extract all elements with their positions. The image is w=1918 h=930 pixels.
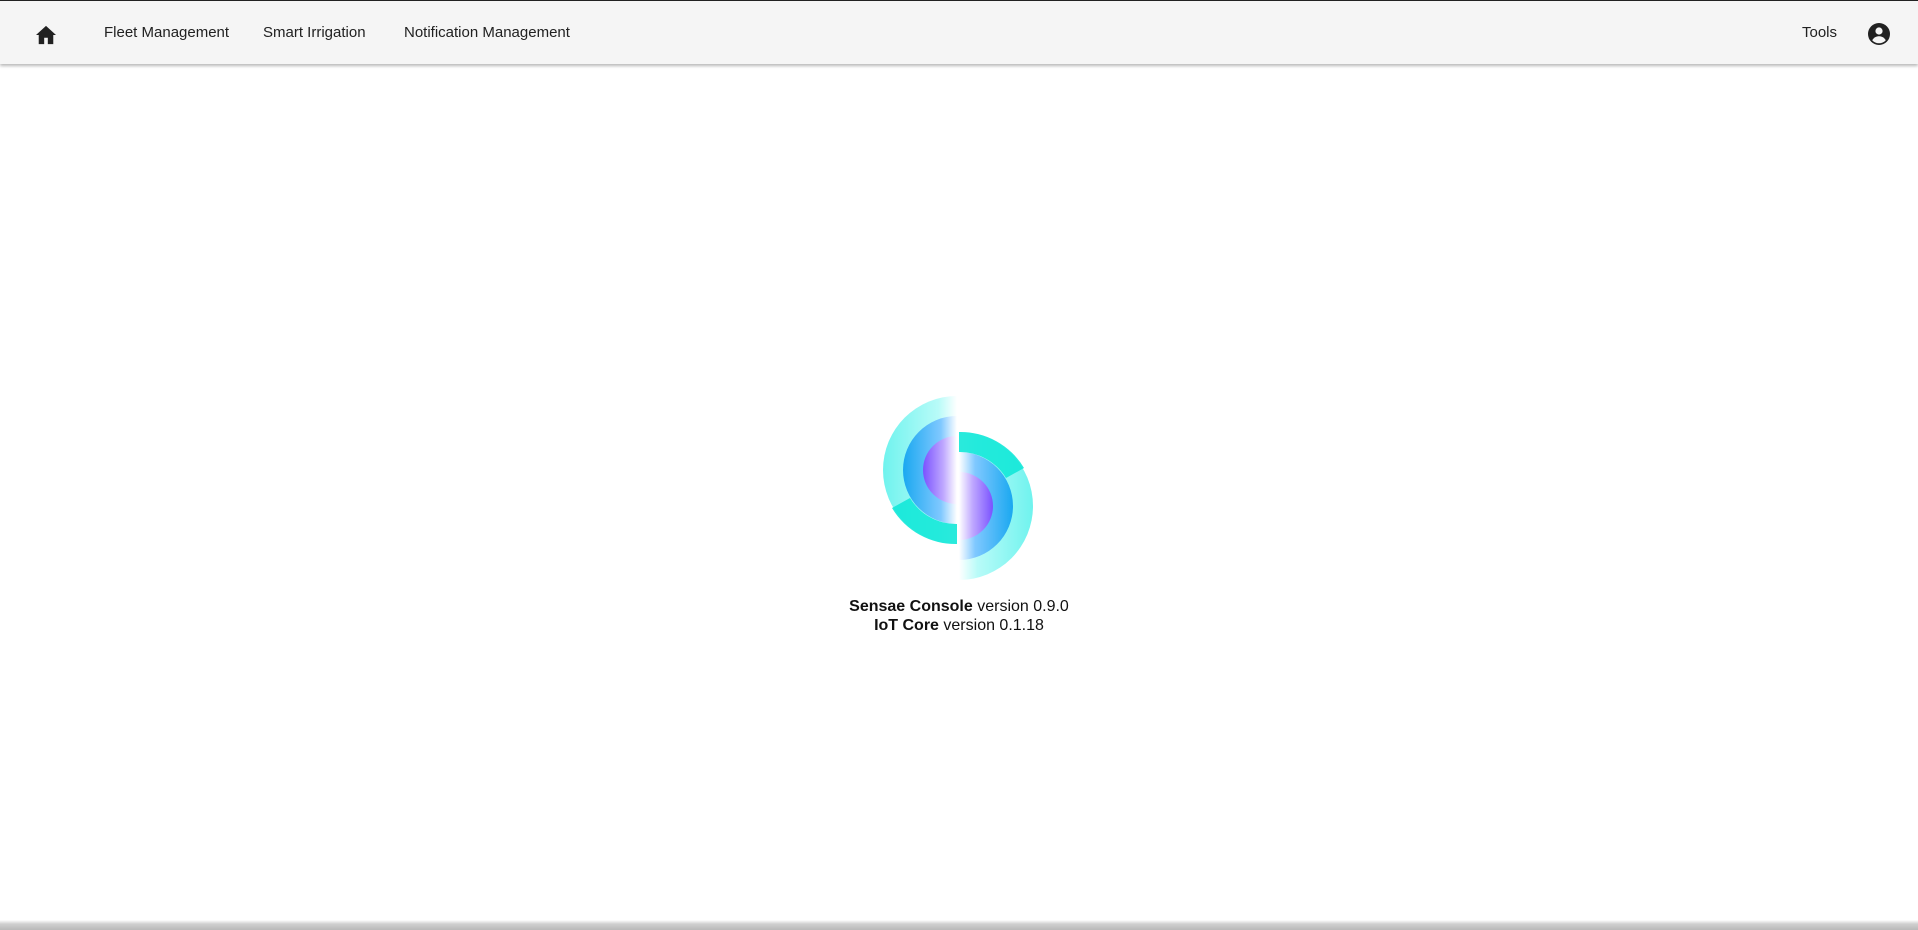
version-info: Sensae Console version 0.9.0 IoT Core ve… (0, 597, 1918, 635)
sensae-logo (883, 396, 1033, 580)
console-version: version 0.9.0 (977, 598, 1069, 615)
top-toolbar: Fleet Management Smart Irrigation Notifi… (0, 0, 1918, 64)
console-version-line: Sensae Console version 0.9.0 (0, 597, 1918, 616)
core-name: IoT Core (874, 617, 939, 634)
nav-fleet-management[interactable]: Fleet Management (104, 1, 229, 65)
core-version: version 0.1.18 (943, 617, 1044, 634)
account-circle-icon (1868, 23, 1890, 45)
nav-smart-irrigation[interactable]: Smart Irrigation (263, 1, 366, 65)
bottom-edge-shadow (0, 920, 1918, 930)
core-version-line: IoT Core version 0.1.18 (0, 616, 1918, 635)
tools-button[interactable]: Tools (1802, 1, 1837, 65)
home-icon (36, 25, 56, 45)
home-button[interactable] (30, 19, 62, 51)
account-button[interactable] (1866, 21, 1892, 47)
nav-notification-management[interactable]: Notification Management (404, 1, 570, 65)
console-name: Sensae Console (849, 598, 973, 615)
